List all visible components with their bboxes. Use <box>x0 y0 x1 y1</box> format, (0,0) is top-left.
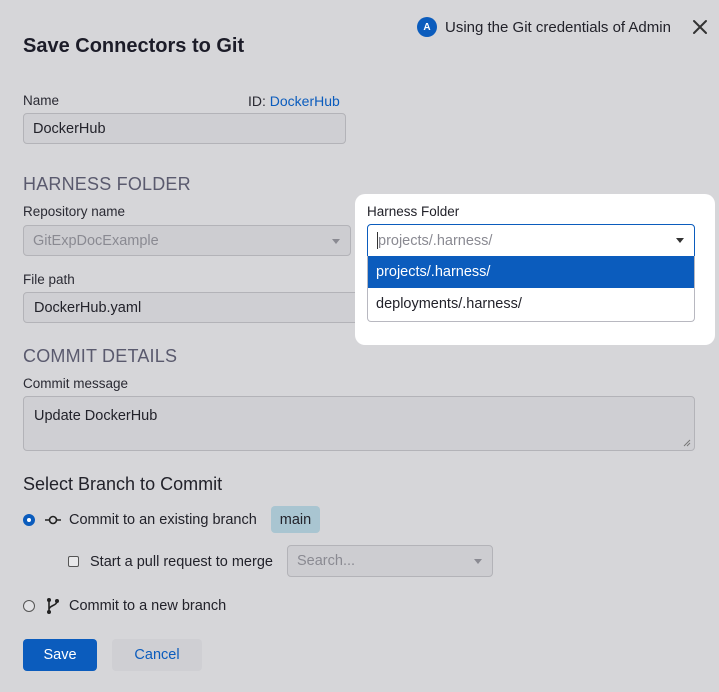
pull-request-checkbox[interactable] <box>68 556 79 567</box>
existing-branch-radio[interactable] <box>23 514 35 526</box>
harness-folder-heading: HARNESS FOLDER <box>23 174 191 194</box>
repository-name-value: GitExpDocExample <box>33 232 159 249</box>
harness-folder-option[interactable]: projects/.harness/ <box>368 256 694 288</box>
harness-folder-option[interactable]: deployments/.harness/ <box>368 288 694 320</box>
new-branch-radio[interactable] <box>23 600 35 612</box>
commit-message-value: Update DockerHub <box>34 408 158 424</box>
harness-folder-input[interactable]: projects/.harness/ <box>367 224 695 257</box>
dialog-title: Save Connectors to Git <box>23 35 245 57</box>
new-branch-label[interactable]: Commit to a new branch <box>69 598 226 614</box>
chevron-down-icon[interactable] <box>676 237 684 243</box>
branch-chip: main <box>271 506 320 533</box>
pull-request-label[interactable]: Start a pull request to merge <box>90 554 273 570</box>
harness-folder-options: projects/.harness/ deployments/.harness/ <box>367 256 695 322</box>
name-label: Name <box>23 93 60 108</box>
commit-message-textarea[interactable]: Update DockerHub <box>23 396 695 451</box>
chevron-down-icon <box>474 559 482 564</box>
resize-grip-icon[interactable] <box>683 439 691 447</box>
file-path-label: File path <box>23 272 75 287</box>
id-value: DockerHub <box>269 93 340 109</box>
close-icon[interactable] <box>691 18 709 36</box>
id-display: ID: DockerHub <box>248 93 340 109</box>
select-branch-heading: Select Branch to Commit <box>23 474 223 494</box>
id-prefix: ID: <box>248 93 266 109</box>
harness-folder-label: Harness Folder <box>367 204 460 219</box>
avatar: A <box>417 17 437 37</box>
branch-icon <box>45 597 61 615</box>
repository-name-label: Repository name <box>23 204 126 219</box>
pull-request-search-placeholder: Search... <box>297 553 356 569</box>
cancel-button[interactable]: Cancel <box>112 639 202 671</box>
commit-message-label: Commit message <box>23 376 129 391</box>
pull-request-branch-select: Search... <box>287 545 493 577</box>
credentials-text: Using the Git credentials of Admin <box>445 18 671 36</box>
commit-details-heading: COMMIT DETAILS <box>23 346 178 366</box>
harness-folder-placeholder: projects/.harness/ <box>378 232 493 249</box>
save-button[interactable]: Save <box>23 639 97 671</box>
existing-branch-label[interactable]: Commit to an existing branch <box>69 512 257 528</box>
name-input[interactable]: DockerHub <box>23 113 346 144</box>
commit-icon <box>44 512 62 528</box>
git-credentials-info: A Using the Git credentials of Admin <box>417 17 671 37</box>
repository-name-select: GitExpDocExample <box>23 225 351 256</box>
chevron-down-icon <box>332 238 340 244</box>
